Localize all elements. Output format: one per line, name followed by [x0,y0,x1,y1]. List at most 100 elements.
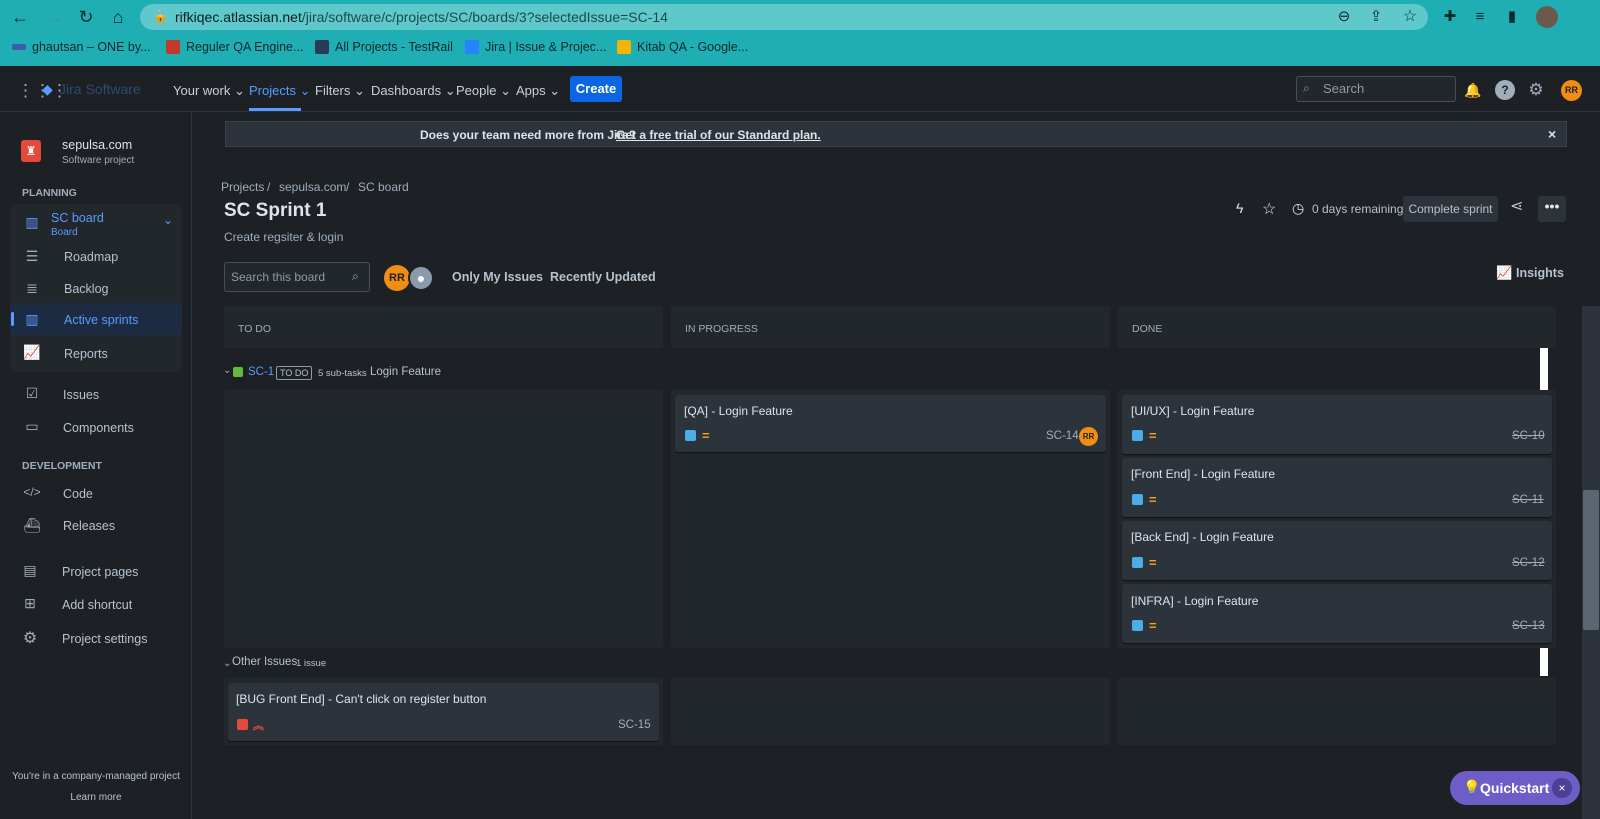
nav-people[interactable]: People ⌄ [456,83,511,99]
breadcrumb-board[interactable]: SC board [358,180,409,194]
insights-button[interactable]: Insights [1516,266,1564,280]
priority-medium-icon: = [1149,618,1157,633]
card-title: [Front End] - Login Feature [1131,467,1276,481]
sidebar-item-code[interactable]: Code [63,487,93,501]
learn-more-link[interactable]: Learn more [0,792,192,803]
sidebar-item-reports[interactable]: Reports [64,347,108,361]
priority-medium-icon: = [1149,555,1157,570]
filter-avatar-unassigned[interactable]: ● [408,265,434,291]
jira-logo-text[interactable]: Jira Software [59,81,141,97]
card-key[interactable]: SC-15 [618,719,651,731]
recently-updated-filter[interactable]: Recently Updated [550,270,656,284]
complete-sprint-button[interactable]: Complete sprint [1403,196,1498,222]
bookmark-1[interactable]: ghautsan – ONE by... [12,40,151,54]
bookmark-star-icon[interactable]: ☆ [1398,6,1422,28]
automation-icon[interactable]: ϟ [1236,200,1243,216]
board-search-input[interactable]: Search this board [224,262,370,292]
sidebar-item-backlog[interactable]: Backlog [64,282,108,296]
create-button[interactable]: Create [570,76,622,102]
sidebar-item-active-sprints[interactable]: Active sprints [64,313,138,327]
sidebar-footer: You're in a company-managed project [12,771,180,782]
parent-issue-key[interactable]: SC-1 [248,366,274,378]
board-name[interactable]: SC board [51,211,104,225]
sidebar-item-project-pages[interactable]: Project pages [62,565,138,579]
components-icon: ▭ [25,418,39,434]
issue-card[interactable] [1122,584,1552,643]
zoom-icon[interactable]: ⊖ [1332,6,1356,28]
code-icon: </> [23,485,41,499]
search-icon: ⌕ [1303,81,1310,95]
column-header-done [1118,306,1556,348]
reading-list-icon[interactable]: ≡ [1468,6,1492,28]
filter-avatar-rr[interactable]: RR [384,265,410,291]
project-name[interactable]: sepulsa.com [62,138,132,152]
days-remaining: 0 days remaining [1312,202,1404,216]
sidebar-item-issues[interactable]: Issues [63,388,99,402]
banner-close-icon[interactable]: × [1548,126,1556,142]
sidebar-item-releases[interactable]: Releases [63,519,115,533]
nav-apps[interactable]: Apps ⌄ [516,83,560,99]
lightbulb-icon: 💡 [1463,779,1481,795]
nav-your-work[interactable]: Your work ⌄ [173,83,245,99]
url-host: rifkiqec.atlassian.net [175,9,302,25]
subtask-icon [1132,557,1143,568]
card-assignee-avatar[interactable]: RR [1079,427,1098,446]
sidebar-item-roadmap[interactable]: Roadmap [64,250,118,264]
help-icon[interactable]: ? [1495,80,1515,100]
planning-header: PLANNING [22,187,77,199]
swimlane-collapse-icon[interactable]: ⌄ [223,658,231,669]
nav-filters[interactable]: Filters ⌄ [315,83,365,99]
insights-icon: 📈 [1496,265,1513,280]
scrollbar-thumb[interactable] [1583,490,1599,630]
more-options-icon[interactable]: ••• [1538,196,1566,222]
swimlane-label[interactable]: Other Issues [232,656,297,668]
reload-icon[interactable]: ↻ [74,6,98,28]
sidebar-item-components[interactable]: Components [63,421,134,435]
breadcrumb-project[interactable]: sepulsa.com [279,180,346,194]
only-my-issues-filter[interactable]: Only My Issues [452,270,543,284]
column-title-todo: TO DO [238,323,272,335]
quickstart-close-icon[interactable]: × [1552,778,1572,798]
url-text[interactable]: rifkiqec.atlassian.net/jira/software/c/p… [175,9,668,25]
search-input[interactable]: Search [1296,76,1456,102]
star-icon[interactable]: ☆ [1262,199,1276,219]
card-key[interactable]: SC-10 [1512,430,1545,442]
banner-link[interactable]: Get a free trial of our Standard plan. [616,128,821,142]
browser-profile-avatar[interactable] [1536,6,1558,28]
card-key[interactable]: SC-13 [1512,620,1545,632]
card-key[interactable]: SC-14 [1046,430,1079,442]
bookmark-3[interactable]: All Projects - TestRail [315,40,453,54]
notifications-icon[interactable]: 🔔 [1463,80,1483,100]
share-page-icon[interactable]: ⇪ [1364,6,1388,28]
nav-projects[interactable]: Projects ⌄ [249,83,310,99]
swimlane-scroll-shadow [1540,348,1548,390]
sidepanel-icon[interactable]: ▮ [1500,6,1524,28]
back-icon[interactable]: ← [8,6,32,28]
card-title: [BUG Front End] - Can't click on registe… [236,692,487,706]
extensions-icon[interactable]: ✚ [1438,6,1462,28]
bookmark-4[interactable]: Jira | Issue & Projec... [465,40,606,54]
card-key[interactable]: SC-12 [1512,557,1545,569]
share-icon[interactable]: ⋖ [1510,196,1523,216]
subtask-count: 5 sub-tasks [318,368,367,379]
home-icon[interactable]: ⌂ [106,6,130,28]
settings-gear-icon[interactable]: ⚙ [1526,80,1546,100]
bookmark-5[interactable]: Kitab QA - Google... [617,40,748,54]
breadcrumb-separator: / [267,180,271,194]
banner-text: Does your team need more from Jira? [420,128,637,142]
column-header-todo [224,306,663,348]
sidebar-item-project-settings[interactable]: Project settings [62,632,147,646]
nav-dashboards[interactable]: Dashboards ⌄ [371,83,456,99]
swimlane-scroll-shadow [1540,648,1548,676]
swimlane-collapse-icon[interactable]: ⌄ [223,365,231,376]
breadcrumb-projects[interactable]: Projects [221,180,264,194]
card-key[interactable]: SC-11 [1512,494,1544,506]
sidebar-item-add-shortcut[interactable]: Add shortcut [62,598,132,612]
card-title: [UI/UX] - Login Feature [1131,404,1255,418]
chevron-down-icon[interactable]: ⌄ [163,213,173,227]
user-avatar[interactable]: RR [1561,80,1582,101]
bookmark-2[interactable]: Reguler QA Engine... [166,40,303,54]
forward-icon[interactable]: → [42,6,66,28]
jira-logo-icon[interactable]: ◆ [42,81,53,98]
column-title-in-progress: IN PROGRESS [685,323,758,335]
